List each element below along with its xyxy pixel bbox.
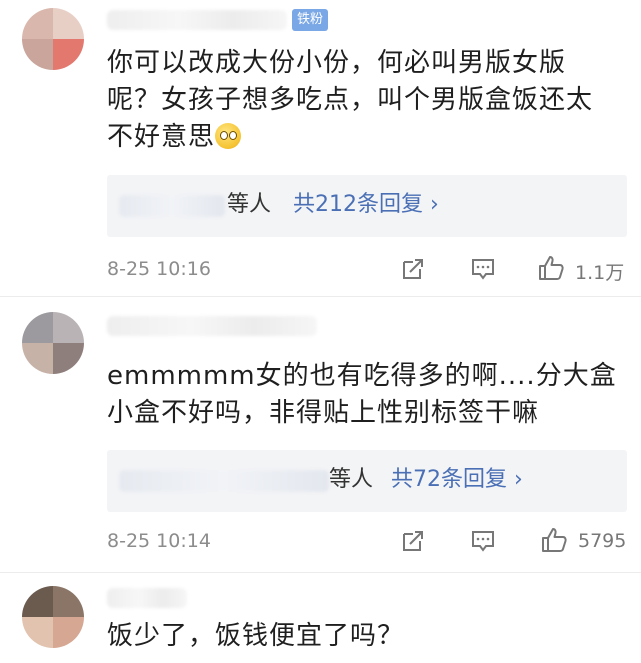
comment-icon[interactable] (470, 256, 496, 282)
reply-summary[interactable]: 等人 共212条回复 › (107, 175, 627, 237)
share-icon[interactable] (400, 256, 426, 282)
avatar[interactable] (22, 586, 84, 648)
reply-suffix: 等人 (329, 467, 374, 492)
like-icon[interactable] (540, 526, 568, 554)
like-icon[interactable] (537, 254, 565, 282)
replier-names (119, 195, 225, 217)
like-count: 1.1万 (575, 262, 625, 284)
timestamp: 8-25 10:14 (107, 530, 211, 552)
reply-summary[interactable]: 等人 共72条回复 › (107, 450, 627, 512)
username[interactable] (107, 10, 287, 30)
avatar[interactable] (22, 8, 84, 70)
timestamp: 8-25 10:16 (107, 258, 211, 280)
like-count: 5795 (578, 530, 627, 552)
fan-badge: 铁粉 (292, 9, 329, 31)
reply-suffix: 等人 (227, 192, 272, 217)
comment-3: 饭少了，饭钱便宜了吗？ (0, 572, 641, 663)
avatar[interactable] (22, 312, 84, 374)
comment-icon[interactable] (470, 528, 496, 554)
comment-1: 铁粉 你可以改成大份小份，何必叫男版女版呢？女孩子想多吃点，叫个男版盒饭还太不好… (0, 0, 641, 290)
comment-text: emmmmm女的也有吃得多的啊....分大盒小盒不好吗，非得贴上性别标签干嘛 (107, 361, 617, 428)
reply-count-link[interactable]: 共72条回复 › (391, 465, 523, 495)
replier-names (119, 470, 329, 492)
share-icon[interactable] (400, 528, 426, 554)
eye-roll-emoji-icon (215, 123, 242, 149)
comment-text: 你可以改成大份小份，何必叫男版女版呢？女孩子想多吃点，叫个男版盒饭还太不好意思 (107, 48, 594, 152)
comment-text: 饭少了，饭钱便宜了吗？ (107, 621, 405, 651)
reply-count-link[interactable]: 共212条回复 › (293, 190, 439, 220)
comment-2: emmmmm女的也有吃得多的啊....分大盒小盒不好吗，非得贴上性别标签干嘛 等… (0, 296, 641, 570)
username[interactable] (107, 588, 187, 608)
username[interactable] (107, 316, 317, 336)
